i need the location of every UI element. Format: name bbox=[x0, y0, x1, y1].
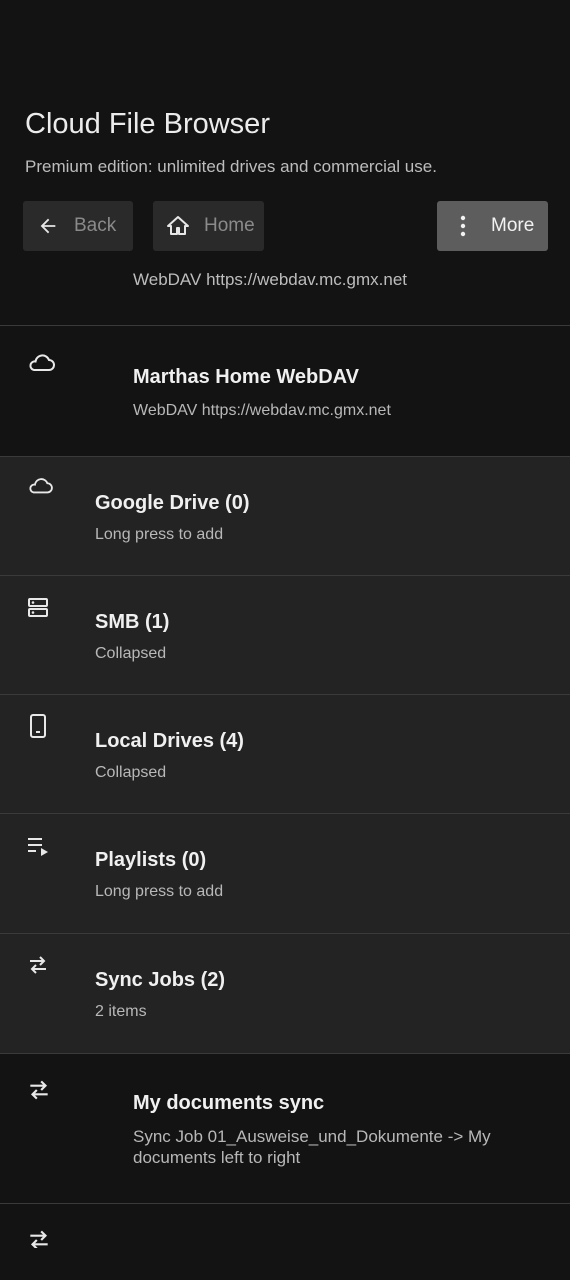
app-title: Cloud File Browser bbox=[25, 108, 270, 140]
entry-title: Marthas Home WebDAV bbox=[133, 366, 359, 388]
group-sync-jobs[interactable]: Sync Jobs (2) 2 items bbox=[0, 933, 570, 1053]
more-button[interactable]: More bbox=[437, 201, 548, 251]
group-subtitle: Long press to add bbox=[95, 883, 224, 900]
group-subtitle: Collapsed bbox=[95, 645, 167, 662]
group-title: Sync Jobs (2) bbox=[95, 969, 226, 991]
webdav-entry[interactable]: Marthas Home WebDAV WebDAV https://webda… bbox=[0, 325, 570, 456]
home-label: Home bbox=[204, 215, 255, 236]
partial-entry-subtitle: WebDAV https://webdav.mc.gmx.net bbox=[133, 270, 408, 289]
group-google-drive[interactable]: Google Drive (0) Long press to add bbox=[0, 456, 570, 575]
sync-job-entry[interactable]: My documents sync Sync Job 01_Ausweise_u… bbox=[0, 1053, 570, 1203]
server-icon bbox=[26, 596, 52, 622]
entry-subtitle: Sync Job 01_Ausweise_und_Dokumente -> My… bbox=[133, 1127, 491, 1167]
cloud-icon bbox=[26, 475, 53, 501]
group-playlists[interactable]: Playlists (0) Long press to add bbox=[0, 813, 570, 933]
sync-job-entry-partial[interactable] bbox=[0, 1203, 570, 1280]
sync-icon bbox=[26, 1077, 52, 1103]
group-title: Local Drives (4) bbox=[95, 730, 244, 752]
group-title: Playlists (0) bbox=[95, 849, 207, 871]
sync-icon bbox=[26, 1227, 52, 1248]
group-local-drives[interactable]: Local Drives (4) Collapsed bbox=[0, 694, 570, 813]
group-title: Google Drive (0) bbox=[95, 492, 250, 514]
entry-title: My documents sync bbox=[133, 1092, 325, 1114]
more-vertical-icon bbox=[451, 214, 475, 238]
home-icon bbox=[166, 214, 190, 238]
playlist-icon bbox=[26, 836, 52, 862]
back-button[interactable]: Back bbox=[23, 201, 133, 251]
app-subtitle: Premium edition: unlimited drives and co… bbox=[25, 157, 437, 176]
home-button[interactable]: Home bbox=[153, 201, 264, 251]
arrow-left-icon bbox=[36, 214, 60, 238]
entry-subtitle: WebDAV https://webdav.mc.gmx.net bbox=[133, 402, 391, 419]
more-label: More bbox=[491, 215, 535, 236]
phone-icon bbox=[26, 713, 52, 739]
group-subtitle: Long press to add bbox=[95, 526, 224, 543]
group-title: SMB (1) bbox=[95, 611, 170, 633]
group-subtitle: Collapsed bbox=[95, 764, 167, 781]
cloud-icon bbox=[26, 351, 55, 377]
sync-icon bbox=[26, 953, 52, 979]
group-smb[interactable]: SMB (1) Collapsed bbox=[0, 575, 570, 694]
app-header: Cloud File Browser Premium edition: unli… bbox=[0, 0, 570, 325]
group-subtitle: 2 items bbox=[95, 1003, 147, 1020]
back-label: Back bbox=[74, 215, 117, 236]
